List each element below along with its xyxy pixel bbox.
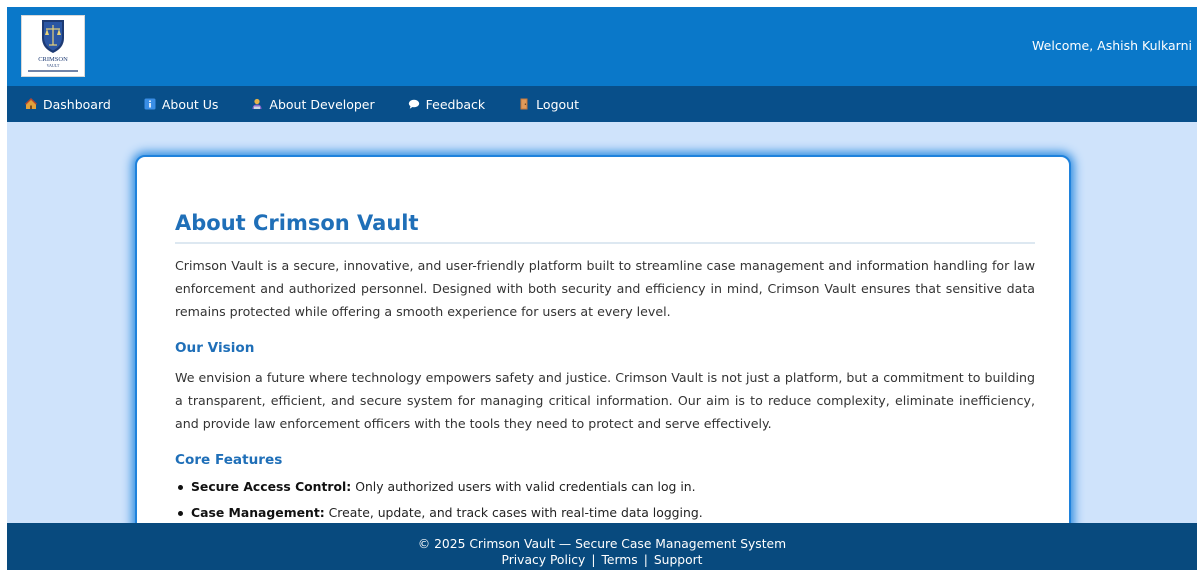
intro-paragraph: Crimson Vault is a secure, innovative, a…	[175, 258, 1035, 319]
footer: © 2025 Crimson Vault — Secure Case Manag…	[7, 523, 1197, 570]
terms-link[interactable]: Terms	[601, 553, 637, 567]
features-heading: Core Features	[175, 452, 283, 468]
list-item: Case Management: Create, update, and tra…	[175, 502, 1035, 524]
page-title: About Crimson Vault	[175, 211, 1035, 244]
main-nav: Dashboard About Us About Developer Feedb…	[7, 86, 1197, 122]
speech-bubble-icon	[408, 98, 420, 110]
nav-dashboard[interactable]: Dashboard	[25, 97, 111, 112]
features-list: Secure Access Control: Only authorized u…	[175, 476, 1035, 524]
scales-of-justice-logo-icon: CRIMSON VAULT	[28, 20, 78, 72]
nav-about-us-label: About Us	[161, 96, 219, 112]
about-content: About Crimson Vault Crimson Vault is a s…	[175, 211, 1035, 528]
feature-text: Create, update, and track cases with rea…	[324, 505, 703, 520]
feature-name: Case Management:	[191, 505, 325, 520]
nav-about-developer[interactable]: About Developer	[251, 96, 375, 112]
copyright-text: © 2025 Crimson Vault — Secure Case Manag…	[417, 537, 787, 551]
support-link[interactable]: Support	[654, 553, 703, 567]
app-frame: CRIMSON VAULT Welcome, Ashish Kulkarni D…	[7, 7, 1197, 570]
about-card: About Crimson Vault Crimson Vault is a s…	[135, 155, 1071, 570]
vision-heading: Our Vision	[175, 340, 255, 356]
link-separator: |	[643, 553, 648, 567]
feature-name: Secure Access Control:	[191, 479, 352, 494]
header-bar: CRIMSON VAULT Welcome, Ashish Kulkarni	[7, 7, 1197, 86]
svg-text:VAULT: VAULT	[47, 63, 60, 68]
nav-logout-label: Logout	[536, 96, 579, 112]
nav-about-developer-label: About Developer	[269, 96, 375, 112]
welcome-message: Welcome, Ashish Kulkarni	[1032, 38, 1192, 53]
link-separator: |	[591, 553, 596, 567]
nav-dashboard-label: Dashboard	[43, 96, 111, 112]
developer-icon	[251, 98, 263, 110]
house-icon	[25, 98, 37, 110]
list-item: Secure Access Control: Only authorized u…	[175, 476, 1035, 498]
privacy-policy-link[interactable]: Privacy Policy	[502, 553, 586, 567]
nav-feedback-label: Feedback	[425, 96, 486, 112]
crimson-vault-logo[interactable]: CRIMSON VAULT	[21, 15, 85, 77]
door-icon	[518, 98, 530, 110]
svg-text:CRIMSON: CRIMSON	[38, 56, 68, 63]
nav-about-us[interactable]: About Us	[144, 96, 219, 112]
nav-feedback[interactable]: Feedback	[408, 96, 486, 112]
vision-paragraph: We envision a future where technology em…	[175, 370, 1035, 431]
feature-text: Only authorized users with valid credent…	[351, 479, 696, 494]
footer-links: Privacy Policy | Terms | Support	[7, 553, 1197, 567]
nav-logout[interactable]: Logout	[518, 97, 579, 112]
info-icon	[144, 98, 156, 110]
